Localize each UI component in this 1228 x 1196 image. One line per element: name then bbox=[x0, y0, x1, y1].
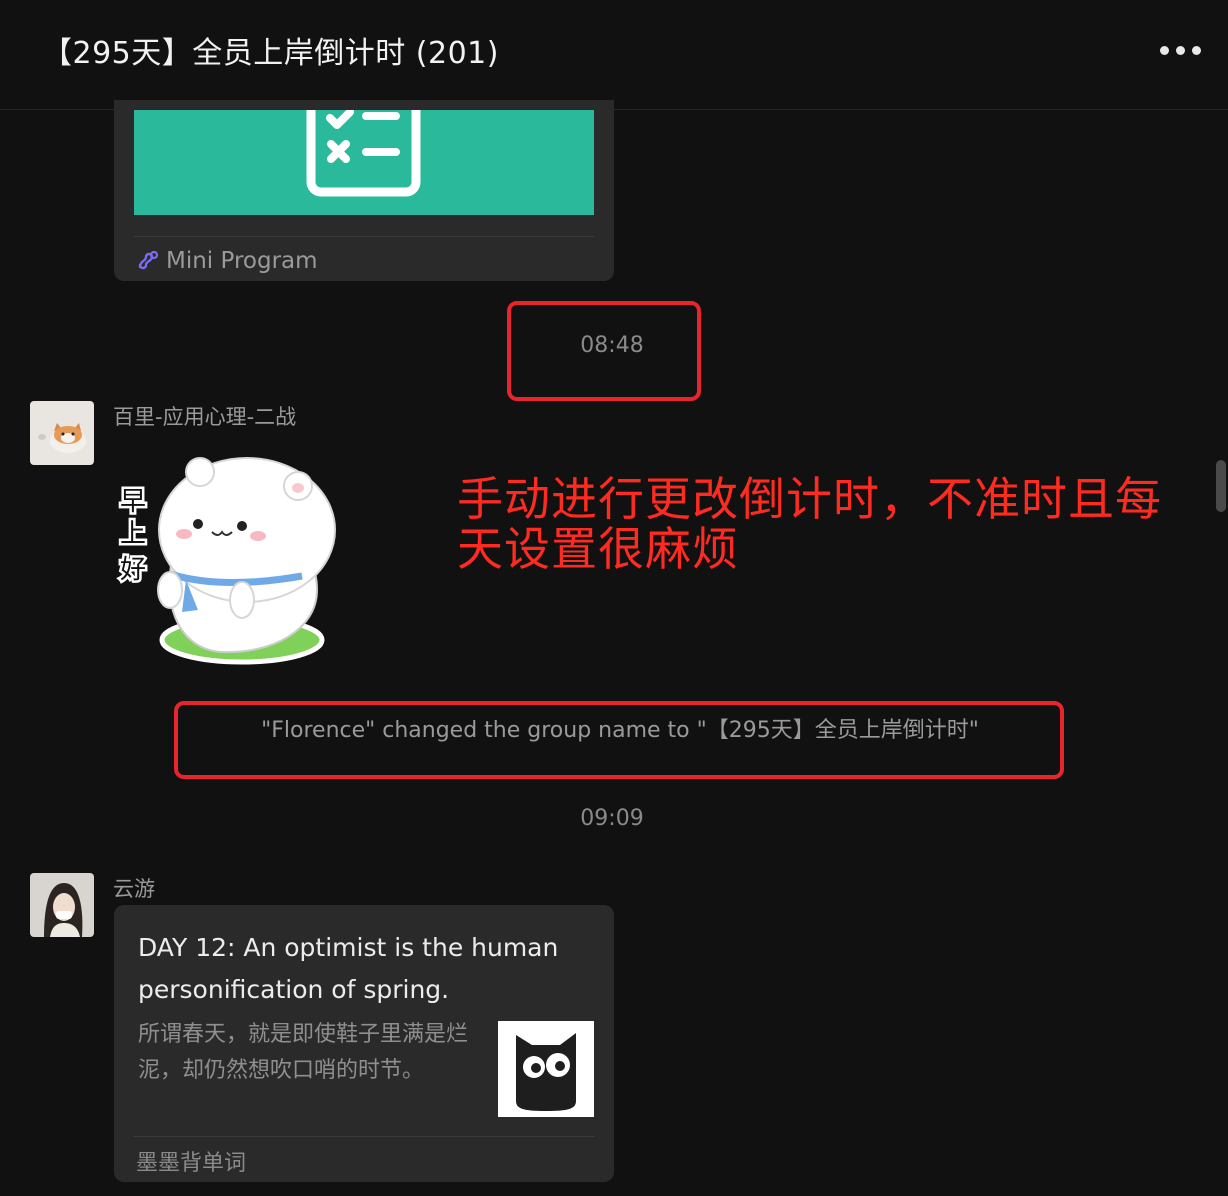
cat-avatar[interactable] bbox=[30, 401, 94, 465]
checklist-icon bbox=[306, 110, 421, 197]
sticker-text: 好 bbox=[120, 555, 146, 585]
sticker-text: 早 bbox=[120, 487, 146, 517]
article-thumbnail bbox=[498, 1021, 594, 1117]
mini-program-card[interactable]: Mini Program bbox=[114, 100, 614, 281]
article-title: DAY 12: An optimist is the human personi… bbox=[138, 933, 559, 1004]
mini-program-label: Mini Program bbox=[166, 248, 318, 274]
mini-program-icon bbox=[138, 250, 159, 270]
scrollbar-thumb[interactable] bbox=[1216, 460, 1226, 512]
article-description: 所谓春天，就是即使鞋子里满是烂泥，却仍然想吹口哨的时节。 bbox=[138, 1022, 469, 1083]
sender-name: 云游 bbox=[113, 877, 155, 901]
owl-icon bbox=[498, 1021, 594, 1117]
girl-avatar[interactable] bbox=[30, 873, 94, 937]
more-dots-icon bbox=[1175, 45, 1185, 55]
sender-name: 百里-应用心理-二战 bbox=[113, 405, 297, 429]
sticker-text: 上 bbox=[120, 519, 146, 549]
divider bbox=[134, 236, 594, 237]
chat-window: 【295天】全员上岸倒计时 (201) Mini Program 08:48 百… bbox=[0, 0, 1228, 1196]
chat-header: 【295天】全员上岸倒计时 (201) bbox=[0, 0, 1228, 110]
more-dots-icon bbox=[1191, 45, 1201, 55]
article-source: 墨墨背单词 bbox=[136, 1151, 247, 1176]
annotation-highlight-box bbox=[507, 301, 701, 401]
more-options-button[interactable] bbox=[1150, 30, 1210, 70]
divider bbox=[134, 1136, 594, 1137]
group-title: 【295天】全员上岸倒计时 (201) bbox=[42, 36, 499, 71]
annotation-text: 手动进行更改倒计时，不准时且每天设置很麻烦 bbox=[457, 472, 1162, 576]
bear-good-morning-sticker[interactable]: 早 上 好 bbox=[112, 440, 342, 670]
shared-article-card[interactable]: DAY 12: An optimist is the human personi… bbox=[114, 905, 614, 1182]
more-dots-icon bbox=[1159, 45, 1169, 55]
mini-program-thumbnail bbox=[134, 110, 594, 215]
mini-program-footer: Mini Program bbox=[136, 246, 318, 276]
timestamp: 09:09 bbox=[580, 806, 644, 831]
annotation-highlight-box bbox=[174, 701, 1064, 779]
